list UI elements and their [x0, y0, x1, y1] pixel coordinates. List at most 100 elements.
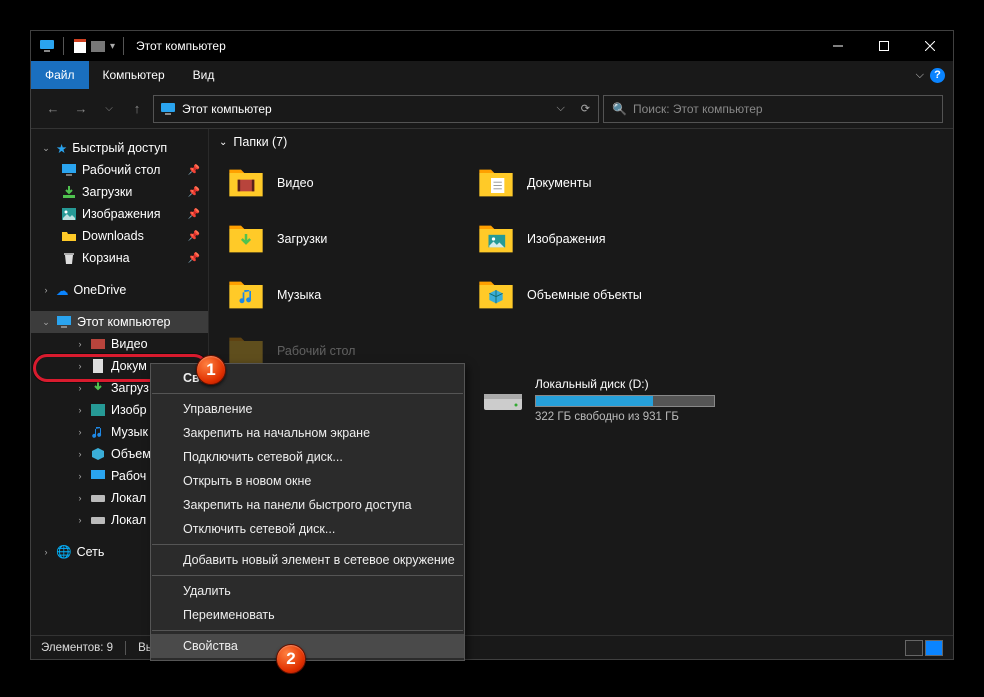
- properties-icon[interactable]: [72, 38, 88, 54]
- recycle-icon: [61, 250, 77, 266]
- doc-icon: [90, 358, 106, 374]
- sidebar-item-recycle[interactable]: Корзина📌: [31, 247, 208, 269]
- context-rename[interactable]: Переименовать: [151, 603, 464, 627]
- drive-d[interactable]: Локальный диск (D:) 322 ГБ свободно из 9…: [475, 377, 725, 423]
- folder-downloads[interactable]: Загрузки: [219, 211, 469, 267]
- pin-icon: 📌: [188, 231, 200, 242]
- status-count: Элементов: 9: [41, 642, 113, 654]
- view-icons-button[interactable]: [925, 640, 943, 656]
- video-icon: [90, 336, 106, 352]
- folders-header[interactable]: ⌄Папки (7): [219, 135, 943, 149]
- drive-usage-bar: [535, 395, 715, 407]
- chevron-right-icon: ›: [75, 449, 85, 459]
- music-folder-icon: [225, 274, 267, 316]
- navbar: ← → ⌵ ↑ Этот компьютер ⌵ ⟳ 🔍 Поиск: Этот…: [31, 89, 953, 129]
- chevron-right-icon: ›: [75, 493, 85, 503]
- chevron-right-icon: ›: [75, 427, 85, 437]
- refresh-button[interactable]: ⟳: [581, 102, 592, 115]
- address-bar[interactable]: Этот компьютер ⌵ ⟳: [153, 95, 599, 123]
- address-chevron-icon[interactable]: ⌵: [556, 102, 564, 115]
- music-icon: [90, 424, 106, 440]
- chevron-right-icon: ›: [75, 383, 85, 393]
- folder-videos[interactable]: Видео: [219, 155, 469, 211]
- pc-icon: [56, 314, 72, 330]
- titlebar: ▾ Этот компьютер: [31, 31, 953, 61]
- context-pin-quick[interactable]: Закрепить на панели быстрого доступа: [151, 493, 464, 517]
- ribbon: Файл Компьютер Вид ⌵ ?: [31, 61, 953, 89]
- sidebar-item-desktop[interactable]: Рабочий стол📌: [31, 159, 208, 181]
- pin-icon: 📌: [188, 209, 200, 220]
- downloads-icon: [61, 184, 77, 200]
- context-pin-start[interactable]: Закрепить на начальном экране: [151, 421, 464, 445]
- chevron-right-icon[interactable]: ›: [41, 285, 51, 295]
- star-icon: ★: [56, 141, 67, 156]
- folder-documents[interactable]: Документы: [469, 155, 719, 211]
- pin-icon: 📌: [188, 187, 200, 198]
- qat: ▾ Этот компьютер: [31, 37, 226, 55]
- cloud-icon: ☁: [56, 283, 69, 298]
- recent-dropdown-icon[interactable]: ⌵: [97, 97, 121, 121]
- desktop-icon: [90, 468, 106, 484]
- annotation-marker-2: 2: [276, 644, 306, 674]
- doc-folder-icon: [475, 162, 517, 204]
- context-disconnect-drive[interactable]: Отключить сетевой диск...: [151, 517, 464, 541]
- drive-icon: [481, 383, 525, 419]
- sidebar-item-downloads-en[interactable]: Downloads📌: [31, 225, 208, 247]
- view-details-button[interactable]: [905, 640, 923, 656]
- folder-pictures[interactable]: Изображения: [469, 211, 719, 267]
- pictures-icon: [90, 402, 106, 418]
- downloads-icon: [90, 380, 106, 396]
- sidebar-this-pc[interactable]: ⌄ Этот компьютер: [31, 311, 208, 333]
- help-icon[interactable]: ?: [930, 68, 945, 83]
- network-icon: 🌐: [56, 545, 72, 560]
- desktop-icon: [61, 162, 77, 178]
- ribbon-tab-computer[interactable]: Компьютер: [89, 61, 179, 89]
- chevron-down-icon[interactable]: ⌵: [916, 69, 924, 82]
- sidebar-quick-access[interactable]: ⌄ ★ Быстрый доступ: [31, 137, 208, 159]
- context-add-network-location[interactable]: Добавить новый элемент в сетевое окружен…: [151, 548, 464, 572]
- ribbon-tab-file[interactable]: Файл: [31, 61, 89, 89]
- folder-3d[interactable]: Объемные объекты: [469, 267, 719, 323]
- chevron-right-icon: ›: [75, 471, 85, 481]
- chevron-down-icon[interactable]: ⌄: [41, 317, 51, 328]
- pictures-folder-icon: [475, 218, 517, 260]
- address-text: Этот компьютер: [182, 102, 272, 116]
- drive-icon: [90, 512, 106, 528]
- chevron-right-icon: ›: [75, 515, 85, 525]
- context-properties[interactable]: Свойства: [151, 634, 464, 658]
- qat-dropdown-icon[interactable]: ▾: [110, 41, 115, 52]
- drive-icon: [90, 490, 106, 506]
- cube-icon: [90, 446, 106, 462]
- chevron-right-icon[interactable]: ›: [41, 547, 51, 557]
- newfolder-icon[interactable]: [90, 38, 106, 54]
- context-map-drive[interactable]: Подключить сетевой диск...: [151, 445, 464, 469]
- context-manage[interactable]: Управление: [151, 397, 464, 421]
- sidebar-pc-videos[interactable]: ›Видео: [31, 333, 208, 355]
- forward-button[interactable]: →: [69, 97, 93, 121]
- minimize-button[interactable]: [815, 31, 861, 61]
- context-menu: Свер Управление Закрепить на начальном э…: [150, 363, 465, 661]
- sidebar-onedrive[interactable]: ›☁OneDrive: [31, 279, 208, 301]
- chevron-right-icon: ›: [75, 361, 85, 371]
- context-delete[interactable]: Удалить: [151, 579, 464, 603]
- folder-music[interactable]: Музыка: [219, 267, 469, 323]
- ribbon-tab-view[interactable]: Вид: [179, 61, 229, 89]
- back-button[interactable]: ←: [41, 97, 65, 121]
- maximize-button[interactable]: [861, 31, 907, 61]
- sidebar-item-pictures[interactable]: Изображения📌: [31, 203, 208, 225]
- search-icon: 🔍: [612, 102, 627, 116]
- chevron-right-icon: ›: [75, 339, 85, 349]
- window-title: Этот компьютер: [136, 39, 226, 53]
- drive-free-text: 322 ГБ свободно из 931 ГБ: [535, 411, 725, 423]
- annotation-marker-1: 1: [196, 355, 226, 385]
- context-open-new-window[interactable]: Открыть в новом окне: [151, 469, 464, 493]
- up-button[interactable]: ↑: [125, 97, 149, 121]
- chevron-down-icon[interactable]: ⌄: [41, 143, 51, 154]
- pc-icon: [160, 101, 176, 117]
- close-button[interactable]: [907, 31, 953, 61]
- chevron-down-icon: ⌄: [219, 137, 227, 148]
- ribbon-expand[interactable]: ⌵ ?: [916, 68, 953, 83]
- sidebar-item-downloads[interactable]: Загрузки📌: [31, 181, 208, 203]
- search-input[interactable]: 🔍 Поиск: Этот компьютер: [603, 95, 943, 123]
- pin-icon: 📌: [188, 253, 200, 264]
